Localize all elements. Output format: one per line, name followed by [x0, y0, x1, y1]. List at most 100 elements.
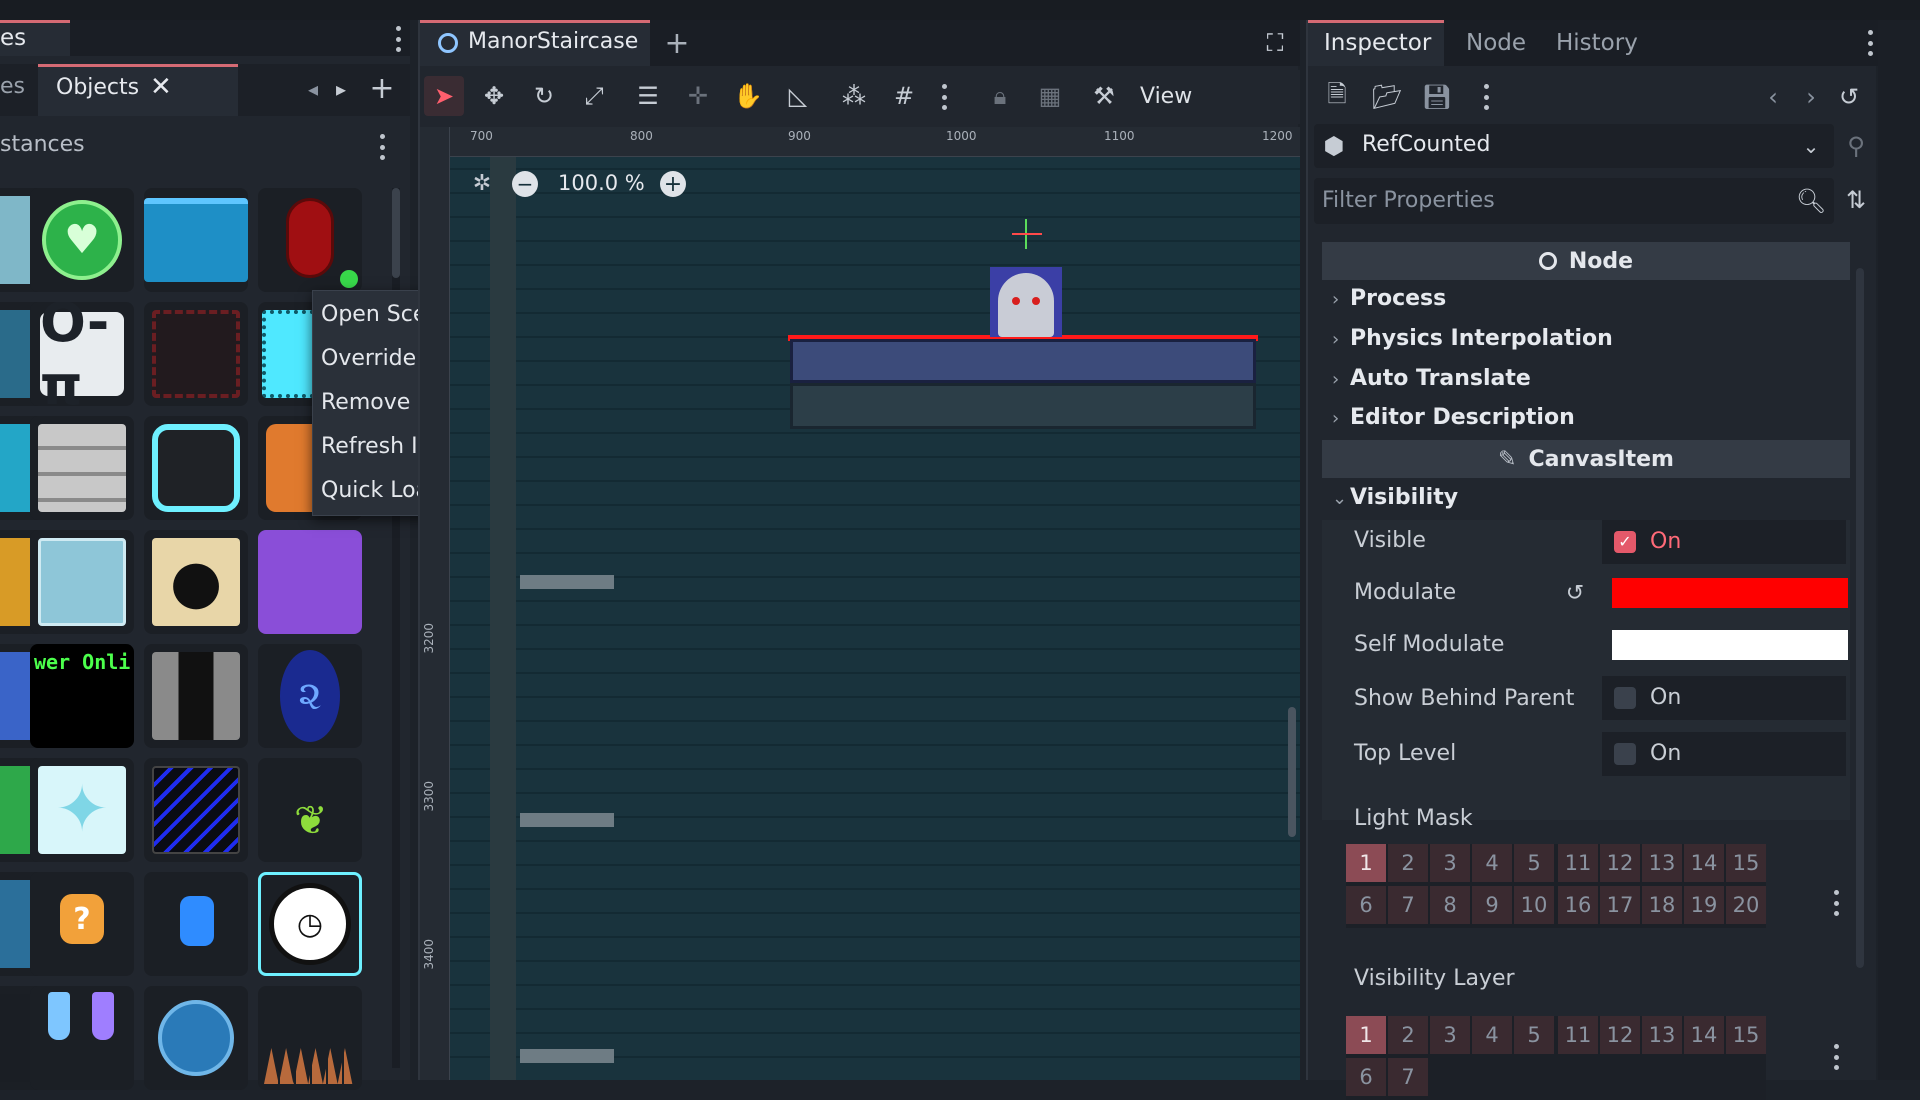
layer-cell[interactable]: 7	[1388, 1058, 1428, 1096]
layer-cell[interactable]: 2	[1388, 844, 1428, 882]
layer-cell[interactable]: 17	[1600, 886, 1640, 924]
tab-node[interactable]: Node	[1458, 20, 1538, 66]
ice-tile[interactable]	[30, 530, 134, 634]
layer-cell[interactable]: 7	[1388, 886, 1428, 924]
ruler-icon[interactable]: ◺	[782, 80, 814, 112]
layer-cell[interactable]: 15	[1726, 844, 1766, 882]
layer-cell[interactable]: 18	[1642, 886, 1682, 924]
keyhole-tile[interactable]: ●	[144, 530, 248, 634]
tab-inspector[interactable]: Inspector	[1308, 20, 1444, 66]
filter-options-icon[interactable]: ⇅	[1840, 184, 1872, 216]
history-back-icon[interactable]: ‹	[1760, 82, 1786, 112]
checkbox-unchecked-icon[interactable]	[1614, 687, 1636, 709]
platform-tile[interactable]	[144, 188, 248, 292]
layer-cell[interactable]: 1	[1346, 1016, 1386, 1054]
layer-cell[interactable]: 14	[1684, 844, 1724, 882]
smart-snap-icon[interactable]: ⁂	[838, 80, 870, 112]
add-icon[interactable]: +	[368, 71, 396, 106]
move-icon[interactable]: ✥	[478, 80, 510, 112]
bone-icon[interactable]: ⚒	[1088, 80, 1120, 112]
menu-item-remove[interactable]: Remove	[321, 383, 410, 423]
filter-properties-input[interactable]: Filter Properties 🔍︎	[1314, 178, 1834, 224]
layer-cell[interactable]: 13	[1642, 1016, 1682, 1054]
checkbox-unchecked-icon[interactable]	[1614, 743, 1636, 765]
layer-cell[interactable]: 5	[1514, 844, 1554, 882]
canvasitem-section-header[interactable]: ✎ CanvasItem	[1322, 440, 1850, 478]
layer-cell[interactable]: 6	[1346, 1058, 1386, 1096]
inspector-menu-icon[interactable]	[1868, 30, 1874, 56]
layer-cell[interactable]: 6	[1346, 886, 1386, 924]
object-tools-icon[interactable]: ⚲	[1840, 130, 1872, 162]
object-selector[interactable]: ⬢ RefCounted ⌄	[1314, 124, 1834, 168]
new-resource-icon[interactable]: 🗎︎	[1322, 80, 1352, 112]
orb-tile[interactable]	[144, 986, 248, 1090]
node-section-header[interactable]: Node	[1322, 242, 1850, 280]
portal-tile[interactable]: ૨	[258, 644, 362, 748]
add-tab-icon[interactable]: +	[662, 26, 692, 61]
arrow-left-icon[interactable]: ◂	[302, 76, 324, 102]
hatched-tile[interactable]	[144, 758, 248, 862]
revert-icon[interactable]: ↺	[1562, 580, 1588, 606]
layer-cell[interactable]: 3	[1430, 1016, 1470, 1054]
arrow-right-icon[interactable]: ▸	[330, 76, 352, 102]
layer-cell[interactable]: 3	[1430, 844, 1470, 882]
scale-icon[interactable]: ⤢	[578, 80, 610, 112]
zoom-out-icon[interactable]: −	[512, 171, 538, 197]
history-forward-icon[interactable]: ›	[1798, 82, 1824, 112]
open-folder-icon[interactable]: 📂︎	[1372, 82, 1402, 112]
layer-cell[interactable]: 19	[1684, 886, 1724, 924]
list-select-icon[interactable]: ☰	[632, 80, 664, 112]
visibility-layer-menu-icon[interactable]	[1834, 1044, 1840, 1070]
fullscreen-icon[interactable]: ⛶	[1260, 28, 1290, 58]
tab-objects[interactable]: Objects ✕	[38, 64, 238, 116]
layer-cell[interactable]: 16	[1558, 886, 1598, 924]
layer-cell[interactable]: 15	[1726, 1016, 1766, 1054]
lock-icon[interactable]: 🔒︎	[984, 80, 1016, 112]
spikes-tile[interactable]	[258, 986, 362, 1090]
tab-partial[interactable]: es	[0, 20, 70, 56]
select-cursor-icon[interactable]: ➤	[428, 80, 460, 112]
dashed-tile[interactable]	[144, 302, 248, 406]
layer-cell[interactable]: 12	[1600, 844, 1640, 882]
grid-snap-icon[interactable]: #	[888, 80, 920, 112]
group-editor-description[interactable]: › Editor Description	[1332, 399, 1575, 437]
blue-item-tile[interactable]	[144, 872, 248, 976]
layer-cell[interactable]: 13	[1642, 844, 1682, 882]
layer-cell[interactable]: 11	[1558, 844, 1598, 882]
sprout-tile[interactable]: ❦	[258, 758, 362, 862]
scene-canvas[interactable]: ✲ − 100.0 % +	[450, 157, 1300, 1080]
pivot-icon[interactable]: ✛	[682, 80, 714, 112]
light-mask-menu-icon[interactable]	[1834, 890, 1840, 916]
question-tile[interactable]: ?	[30, 872, 134, 976]
group-icon[interactable]: ▦	[1034, 80, 1066, 112]
checkbox-checked-icon[interactable]: ✓	[1614, 531, 1636, 553]
group-physics-interpolation[interactable]: › Physics Interpolation	[1332, 320, 1613, 358]
heart-tile[interactable]: ♥	[30, 188, 134, 292]
view-menu-button[interactable]: View	[1140, 84, 1192, 109]
frame-tile[interactable]	[144, 416, 248, 520]
platform[interactable]	[790, 339, 1256, 383]
zoom-level[interactable]: 100.0 %	[558, 171, 645, 195]
snap-options-icon[interactable]	[942, 84, 948, 110]
group-visibility[interactable]: ⌄ Visibility	[1332, 479, 1458, 517]
tab-manor-staircase[interactable]: ManorStaircase	[420, 20, 650, 66]
center-view-icon[interactable]: ✲	[470, 171, 494, 196]
striped-tile[interactable]	[144, 644, 248, 748]
instances-menu-icon[interactable]	[380, 134, 386, 160]
layer-cell[interactable]: 14	[1684, 1016, 1724, 1054]
power-online-tile[interactable]: wer Onli	[30, 644, 134, 748]
resource-menu-icon[interactable]	[1484, 84, 1490, 110]
tab-history[interactable]: History	[1548, 20, 1648, 66]
layer-cell[interactable]: 8	[1430, 886, 1470, 924]
history-icon[interactable]: ↺	[1834, 82, 1864, 112]
red-door-tile[interactable]	[258, 188, 362, 292]
key-tile[interactable]: O-π	[30, 302, 134, 406]
save-icon[interactable]: 💾︎	[1422, 82, 1452, 112]
tab-other[interactable]: es	[0, 74, 25, 99]
pan-hand-icon[interactable]: ✋	[732, 80, 764, 112]
dock-menu-icon[interactable]	[396, 26, 402, 52]
modulate-color-swatch[interactable]	[1612, 578, 1848, 608]
layer-cell[interactable]: 4	[1472, 1016, 1512, 1054]
layer-cell[interactable]: 4	[1472, 844, 1512, 882]
canvas-scrollbar[interactable]	[1288, 707, 1296, 837]
